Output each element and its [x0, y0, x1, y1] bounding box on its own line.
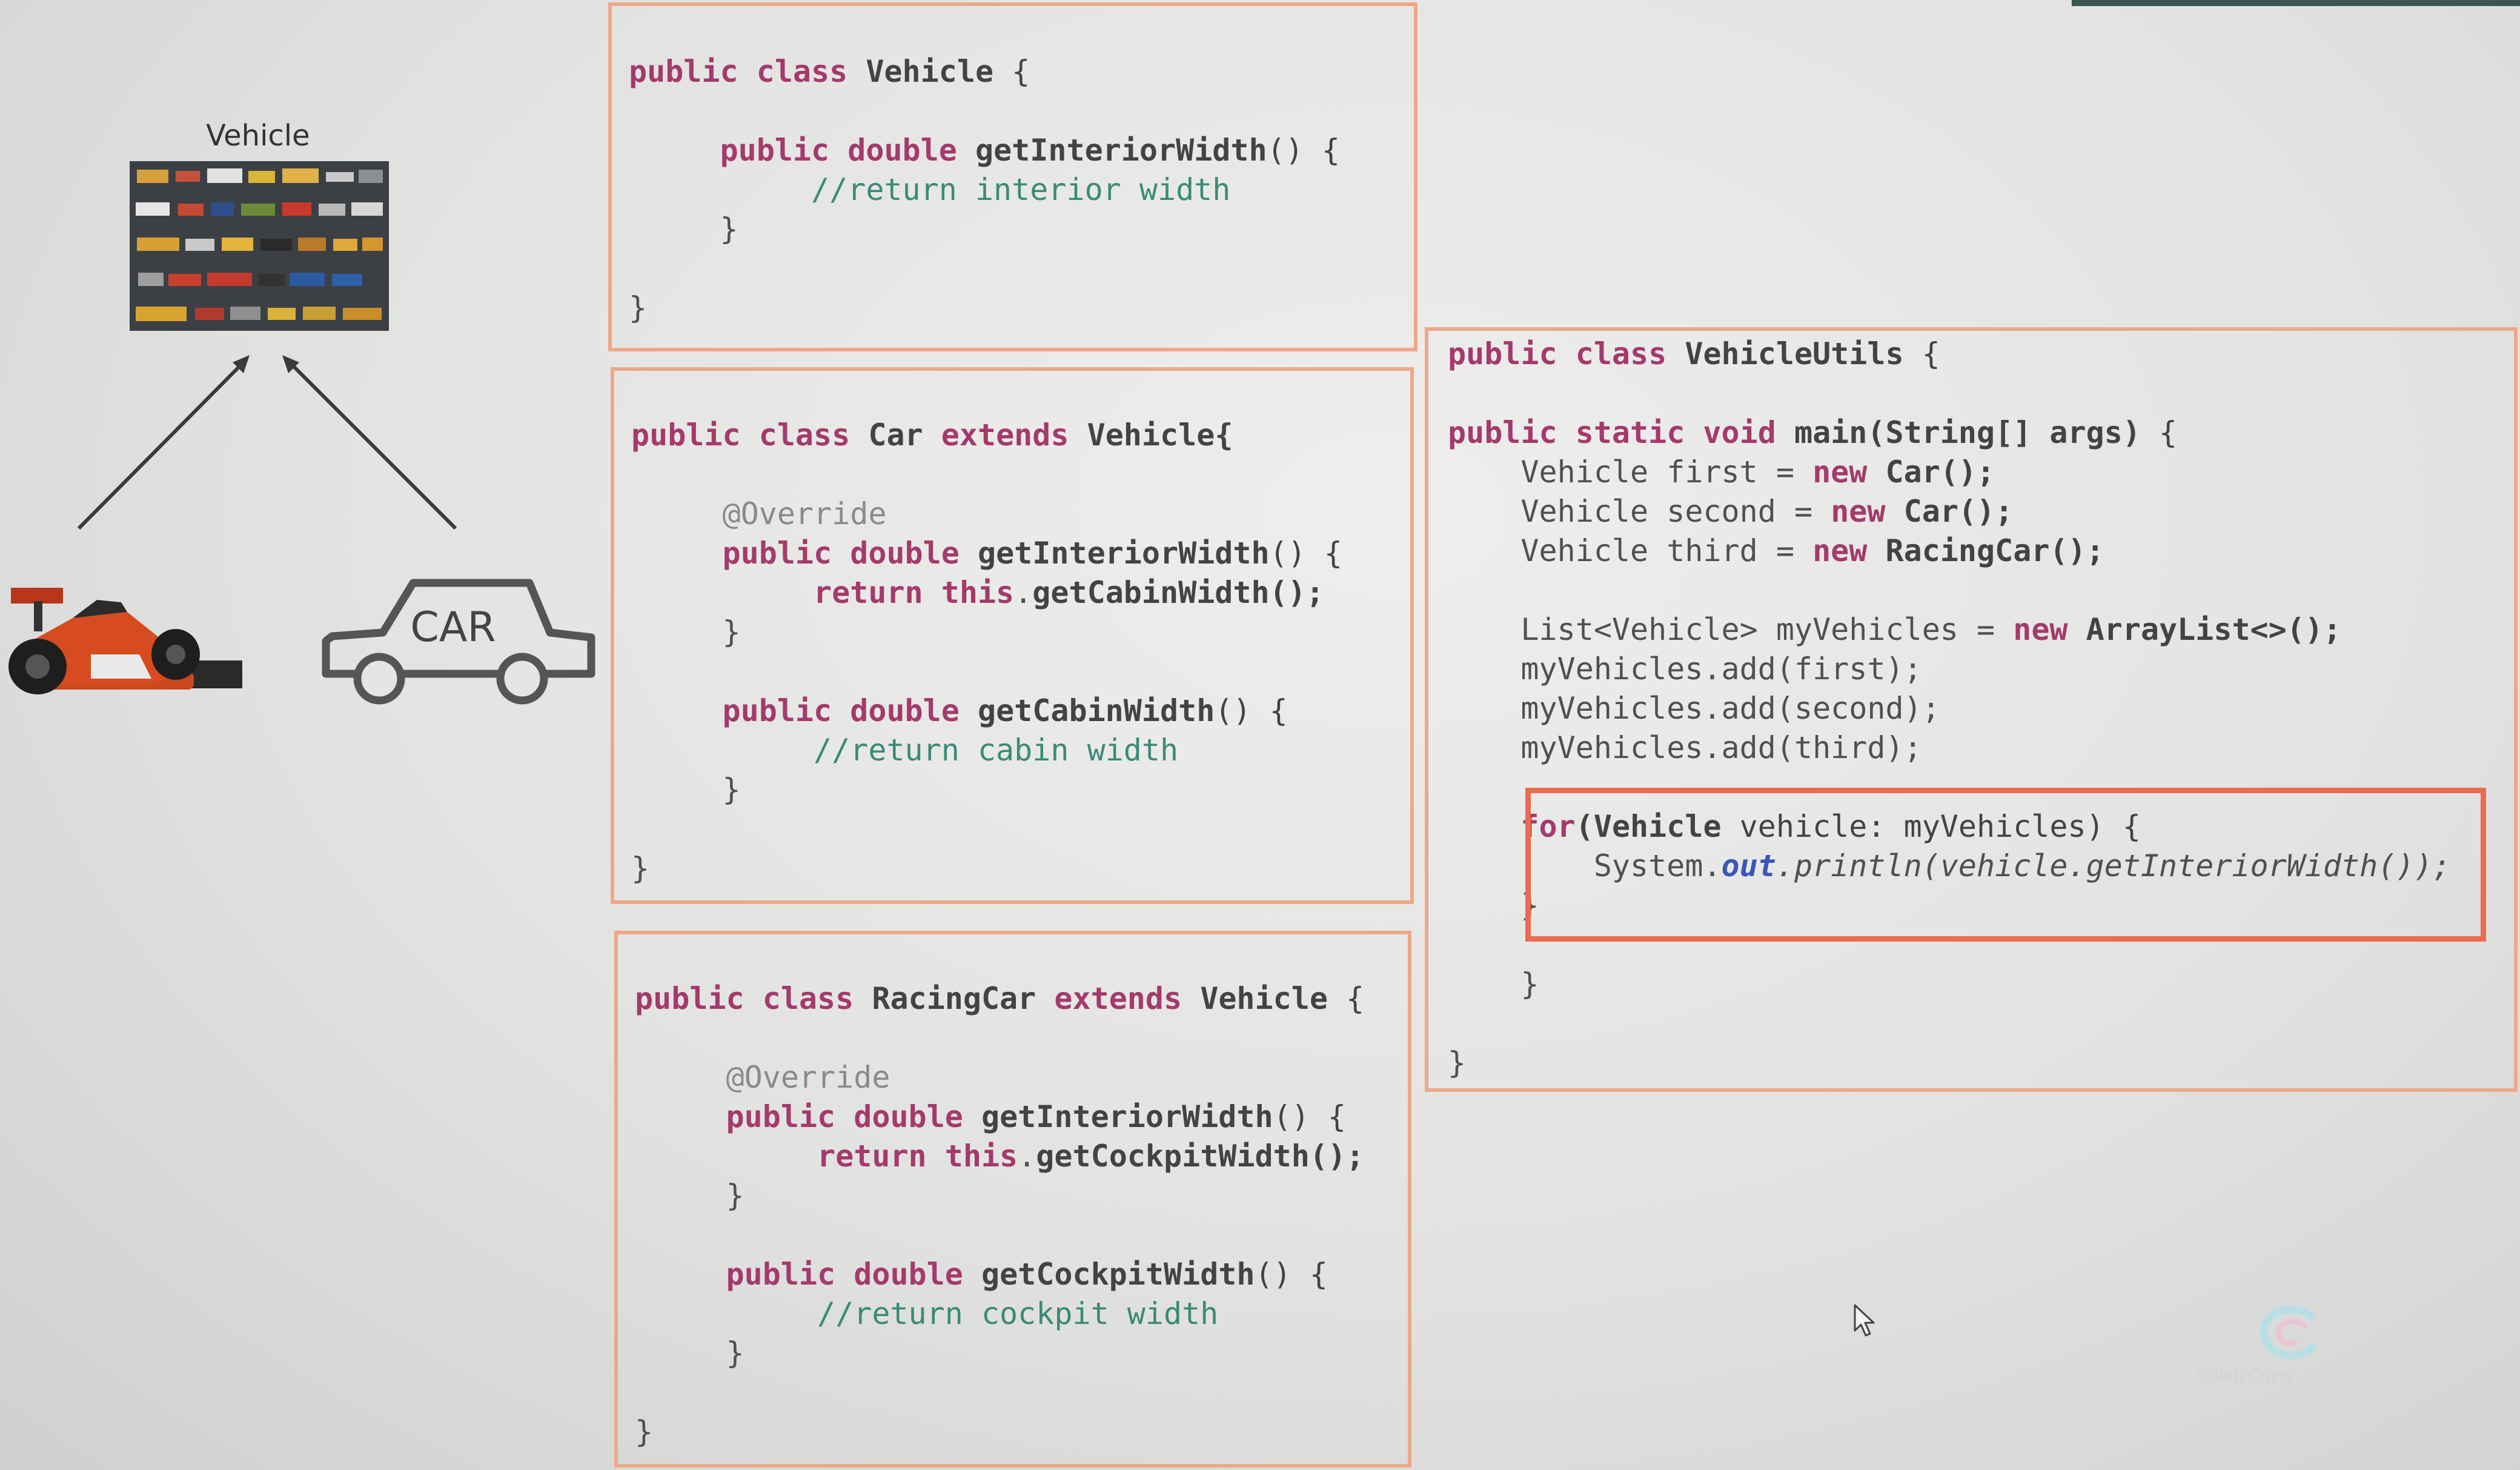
code-token: List<Vehicle> — [1520, 612, 1758, 647]
code-token: { — [993, 54, 1030, 89]
code-token: } — [1520, 966, 1539, 1002]
arrow-racecar-to-vehicle — [77, 359, 247, 530]
code-token: RacingCar — [1885, 533, 2050, 568]
code-token: { — [1215, 417, 1233, 453]
code-token: () { — [1215, 693, 1288, 728]
code-token: (); — [1309, 1139, 1365, 1174]
code-token: getCockpitWidth — [981, 1257, 1255, 1292]
code-token: public class — [629, 54, 848, 89]
code-token: second — [1666, 494, 1776, 529]
code-annotation: @Override — [722, 496, 887, 531]
code-token: myVehicles.add(second); — [1520, 691, 1940, 726]
slide: Vehicle CAR public class Vehicle {publi… — [0, 0, 2520, 1470]
code-token: () { — [1273, 1099, 1347, 1134]
code-token: (); — [2049, 533, 2104, 568]
code-token: } — [726, 1178, 744, 1213]
car-class-code: public class Car extends Vehicle{ @Overr… — [631, 417, 1343, 886]
code-token: Vehicle — [1520, 454, 1649, 490]
mouse-cursor-icon — [1854, 1304, 1875, 1337]
code-token: (); — [1940, 454, 1995, 490]
code-token: public class — [635, 981, 854, 1016]
code-token: { — [1903, 336, 1940, 371]
code-token: } — [720, 211, 738, 247]
code-token: Vehicle — [1200, 981, 1328, 1016]
code-token: ArrayList<> — [2086, 612, 2287, 647]
code-token: { — [2140, 415, 2178, 450]
code-token: public double — [726, 1257, 963, 1292]
code-token: new — [1831, 494, 1886, 529]
code-token: getInteriorWidth — [981, 1099, 1273, 1134]
code-token: } — [635, 1414, 654, 1449]
code-token: Car — [1885, 454, 1940, 490]
code-token: (); — [1958, 494, 2014, 529]
code-token: extends — [941, 417, 1069, 453]
code-token: new — [2013, 612, 2068, 647]
code-token: () { — [1267, 133, 1341, 168]
code-token: } — [1448, 1045, 1467, 1080]
code-token: getInteriorWidth — [977, 536, 1270, 571]
code-token: myVehicles — [1776, 612, 1958, 647]
code-token: Car — [868, 417, 923, 453]
code-token: new — [1812, 454, 1868, 490]
code-token: getCabinWidth — [977, 693, 1215, 728]
vehicle-class-code: public class Vehicle { public double get… — [629, 52, 1340, 328]
code-token: (); — [1269, 575, 1324, 610]
code-token: getCabinWidth — [1032, 575, 1270, 610]
code-token: } — [629, 290, 648, 325]
code-token: extends — [1054, 981, 1182, 1016]
code-token: public double — [726, 1099, 963, 1134]
code-token: = — [1757, 533, 1813, 568]
code-token: third — [1666, 533, 1758, 568]
code-token: () { — [1255, 1257, 1328, 1292]
car-outline-icon: CAR — [322, 579, 595, 705]
code-token: = — [1958, 612, 2014, 647]
code-token: first — [1666, 454, 1758, 490]
code-token: Vehicle — [1087, 417, 1215, 453]
code-annotation: @Override — [726, 1060, 890, 1095]
code-token: public double — [722, 536, 960, 571]
code-token: new — [1812, 533, 1868, 568]
code-token: myVehicles.add(first); — [1520, 651, 1922, 687]
code-comment: //return interior width — [811, 172, 1231, 207]
code-token: RacingCar — [872, 981, 1036, 1016]
code-comment: //return cabin width — [814, 733, 1179, 768]
arrow-car-to-vehicle — [287, 359, 457, 530]
code-token: = — [1776, 494, 1831, 529]
code-token: VehicleUtils — [1685, 336, 1904, 371]
code-token: getCockpitWidth — [1036, 1139, 1310, 1174]
code-token: main(String[] args) — [1794, 415, 2141, 450]
code-token: getInteriorWidth — [975, 133, 1267, 168]
code-token: } — [726, 1335, 744, 1371]
code-token: public class — [1448, 336, 1667, 371]
car-icon-label: CAR — [410, 604, 496, 651]
code-token: Vehicle — [866, 54, 994, 89]
code-token: (); — [2286, 612, 2342, 647]
code-token: return this — [814, 575, 1015, 610]
code-token: Car — [1903, 494, 1958, 529]
code-comment: //return cockpit width — [817, 1296, 1219, 1331]
watermark-text: Caleb Curry — [2198, 1367, 2295, 1385]
code-token: myVehicles.add(third); — [1520, 730, 1922, 765]
code-token: } — [722, 772, 741, 807]
brand-logo-icon — [2260, 1305, 2316, 1360]
code-token: public static void — [1448, 415, 1776, 450]
code-token: = — [1757, 454, 1813, 490]
code-token: Vehicle — [1520, 533, 1649, 568]
code-token: public double — [722, 693, 960, 728]
vehicleutils-class-code: public class VehicleUtils { public stati… — [1448, 334, 2451, 1083]
code-token: public double — [720, 133, 957, 168]
code-token: return this — [817, 1139, 1018, 1174]
code-token: { — [1327, 981, 1365, 1016]
code-token: () { — [1269, 536, 1343, 571]
racingcar-class-code: public class RacingCar extends Vehicle {… — [635, 981, 1365, 1449]
code-token: public class — [631, 417, 850, 453]
for-loop-highlight — [1525, 788, 2486, 942]
code-token: } — [722, 614, 741, 650]
code-token: } — [631, 851, 650, 886]
code-token: Vehicle — [1520, 494, 1649, 529]
race-car-image — [8, 588, 242, 694]
